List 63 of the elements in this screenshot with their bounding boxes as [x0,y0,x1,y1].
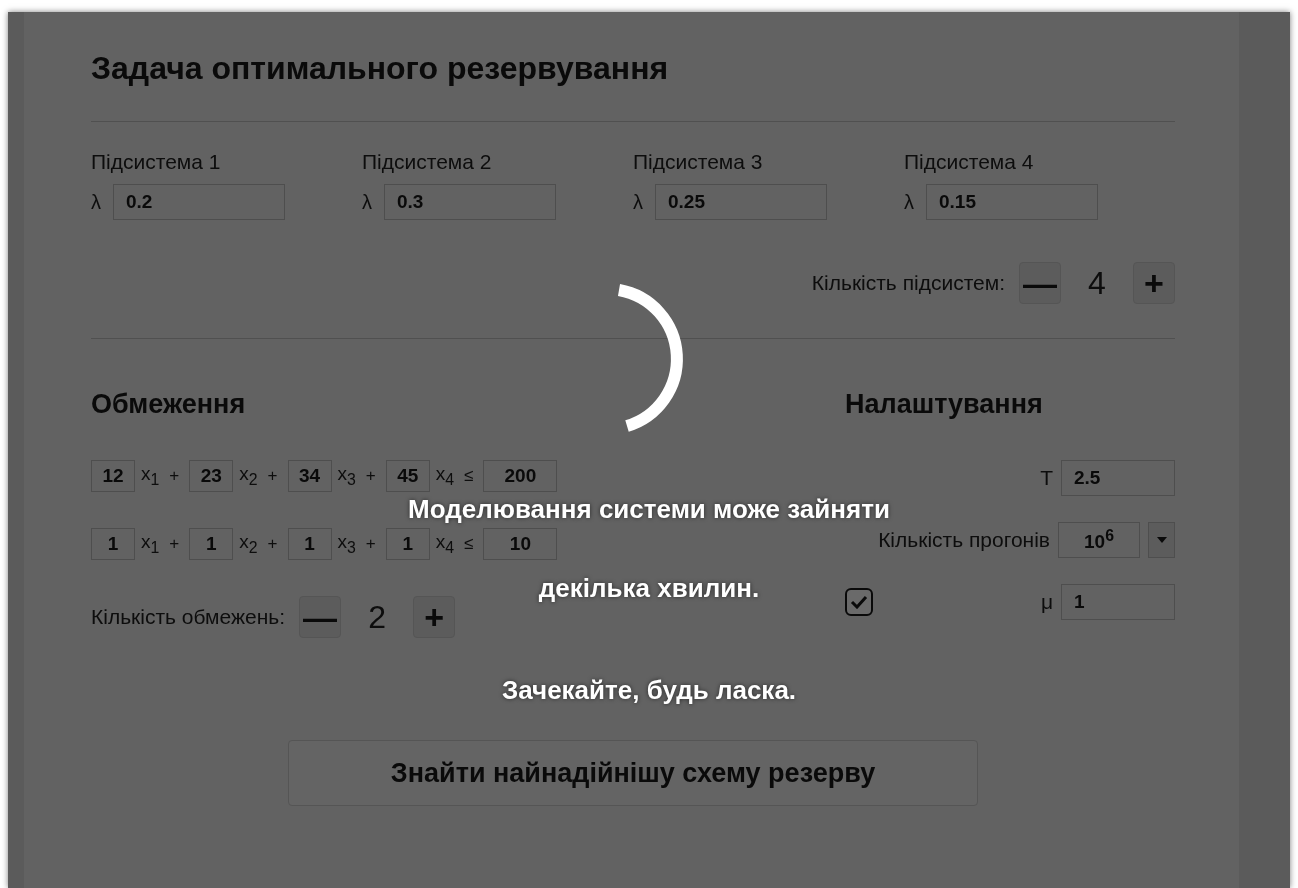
input-field[interactable]: 0.15 [926,184,1098,220]
lambda-label: λ [633,190,643,214]
variable-label: x$_{2}$ [239,531,258,557]
coefficient-field[interactable]: 1 [287,528,332,560]
checkbox[interactable] [845,588,873,616]
variable-label: x$_{3}$ [337,463,356,489]
subsystem-label: Підсистема 4 [904,150,1035,174]
operator-sign: + [169,466,180,486]
lambda-label: λ [91,190,101,214]
coefficient-field[interactable]: 23 [189,460,234,492]
count-label: Кількість підсистем: [811,271,1005,295]
loading-message: Зачекайте, будь ласка. [501,675,797,705]
variable-label: x$_{4}$ [435,463,455,489]
subsystem-label: Підсистема 3 [633,150,764,174]
variable-label: x$_{2}$ [239,463,258,489]
decrement-button[interactable]: — [299,596,342,638]
operator-sign: ≤ [464,466,474,486]
lambda-label: λ [362,190,372,214]
runs-select[interactable]: 10$^{6}$ [1058,522,1140,558]
variable-label: x$_{3}$ [337,531,356,557]
checkmark-icon [850,595,868,609]
subsystem-label: Підсистема 1 [91,150,222,174]
increment-button[interactable]: + [413,596,456,638]
dropdown-button[interactable] [1148,522,1175,558]
count-value: 2 [367,598,387,636]
bound-field[interactable]: 200 [483,460,558,492]
operator-sign: + [365,466,376,486]
bound-field[interactable]: 10 [483,528,558,560]
coefficient-field[interactable]: 1 [385,528,430,560]
t-label: T [1040,466,1053,490]
runs-label: Кількість прогонів [878,528,1050,552]
loading-message: Моделювання системи може зайняти [408,494,890,524]
section-title: Обмеження [91,389,247,420]
operator-sign: + [267,466,278,486]
coefficient-field[interactable]: 34 [287,460,332,492]
coefficient-field[interactable]: 1 [189,528,234,560]
input-field[interactable]: 2.5 [1061,460,1175,496]
caret-icon [1156,537,1167,543]
subsystem-label: Підсистема 2 [362,150,493,174]
increment-button[interactable]: + [1133,262,1175,304]
count-label: Кількість обмежень: [91,605,286,629]
variable-label: x$_{1}$ [141,463,160,489]
page-title: Задача оптимального резервування [91,50,670,87]
input-field[interactable]: 0.25 [655,184,827,220]
input-field[interactable]: 0.3 [384,184,556,220]
operator-sign: + [267,534,278,554]
loading-message: декілька хвилин. [538,573,760,603]
coefficient-field[interactable]: 12 [91,460,135,492]
count-value: 4 [1087,264,1107,302]
submit-button[interactable]: Знайти найнадійнішу схему резерву [288,740,978,806]
variable-label: x$_{4}$ [435,531,455,557]
decrement-button[interactable]: — [1019,262,1061,304]
input-field[interactable]: 0.2 [113,184,285,220]
operator-sign: + [365,534,376,554]
operator-sign: + [169,534,180,554]
mu-label: μ [1040,590,1053,614]
lambda-label: λ [904,190,914,214]
variable-label: x$_{1}$ [141,531,160,557]
input-field[interactable]: 1 [1061,584,1175,620]
operator-sign: ≤ [464,534,474,554]
coefficient-field[interactable]: 1 [91,528,135,560]
coefficient-field[interactable]: 45 [385,460,430,492]
section-title: Налаштування [845,389,1044,420]
